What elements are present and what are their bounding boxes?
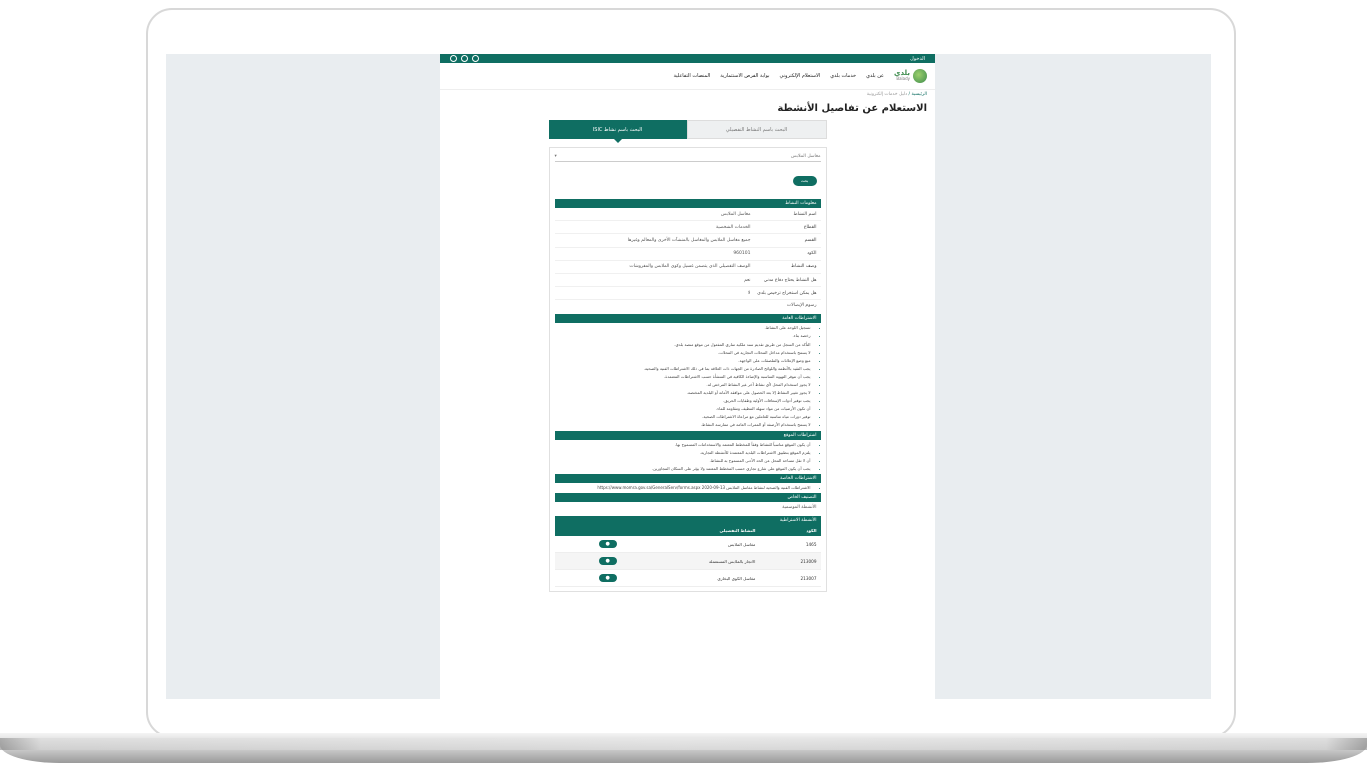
conditions-list: تسجيل اللوحة على النشاط. رخصة بناء. التأ… — [555, 325, 821, 427]
web-page: الدخول بلدي Balady عن بلدي خدمات بلدي الا… — [440, 54, 935, 699]
login-link[interactable]: الدخول — [910, 56, 925, 62]
info-row: الكود 960101 — [554, 248, 821, 261]
table-row: 213009 الاتجار بالملابس المستعملة ● — [554, 552, 821, 571]
page-title: الاستعلام عن تفاصيل الأنشطة — [777, 103, 927, 114]
cell-activity: مغاسل الكوي البخاري — [620, 569, 760, 588]
cell-activity: مغاسل الملابس — [620, 536, 760, 554]
location-list: أن يكون الموقع مناسباً للنشاط وفقاً للمخ… — [555, 442, 821, 471]
list-item: يجب توفير أدوات الإسعافات الأولية وطفايا… — [555, 398, 810, 403]
eye-icon[interactable]: ● — [598, 574, 617, 583]
list-item: أن تكون الأرضيات من مواد سهلة التنظيف وم… — [555, 406, 811, 411]
list-item: التأكد من السجل من طريق تقديم سند ملكية … — [555, 342, 810, 347]
info-row: القطاع الخدمات الشخصية — [554, 221, 821, 235]
list-item: يجب التقيد بالأنظمة واللوائح الصادرة من … — [555, 366, 811, 371]
table-row: 1465 مغاسل الملابس ● — [554, 536, 821, 554]
info-row: وصف النشاط الوصف التفصيلي الذي يتضمن غسيل… — [554, 261, 821, 274]
section-classification: التصنيف الخاص — [554, 493, 821, 503]
info-row: هل يمكن استخراج ترخيص بلدي لا — [554, 287, 821, 301]
list-item: رخصة بناء. — [555, 333, 811, 338]
list-item: لا يجوز تغيير النشاط إلا بعد الحصول على … — [555, 390, 811, 395]
breadcrumb: الرئيسية / دليل خدمات إلكترونية — [866, 92, 928, 97]
activity-select[interactable]: مغاسل الملابس ▾ — [554, 152, 821, 162]
list-item: توفير دورات مياه مناسبة للعاملين مع مراع… — [555, 414, 810, 419]
column-header-code: الكود — [759, 525, 821, 537]
nav-investment[interactable]: بوابة الفرص الاستثمارية — [720, 73, 769, 79]
list-item: يلتزم الموقع بتطبيق الاشتراطات البلدية ا… — [555, 450, 811, 455]
table-row: 213007 مغاسل الكوي البخاري ● — [554, 569, 821, 588]
nav-platforms[interactable]: المنصات التفاعلية — [673, 73, 710, 79]
top-bar: الدخول — [440, 54, 935, 63]
info-row: القسم جميع مغاسل الملابس والمغاسل بالمنشآ… — [554, 234, 821, 248]
main-nav: بلدي Balady عن بلدي خدمات بلدي الاستعلام … — [440, 63, 935, 90]
eye-icon[interactable]: ● — [598, 540, 617, 549]
bell-icon[interactable] — [461, 55, 468, 62]
special-list: الاشتراطات الفنية والصحية لنشاط مغاسل ال… — [555, 485, 821, 490]
breadcrumb-home[interactable]: الرئيسية — [912, 92, 928, 97]
section-info: معلومات النشاط — [554, 199, 821, 208]
classification-value: الأنشطة الموسمية — [782, 505, 817, 511]
search-tabs: البحث باسم النشاط التفصيلي البحث باسم نش… — [548, 120, 827, 143]
grid-icon[interactable] — [472, 55, 479, 62]
list-item: تسجيل اللوحة على النشاط. — [555, 325, 811, 330]
info-rows: اسم النشاط مغاسل الملابس القطاع الخدمات ال… — [554, 208, 821, 311]
section-conditions: الاشتراطات العامة — [554, 314, 821, 324]
cell-code: 213007 — [759, 569, 821, 588]
list-item: منع وضع الإعلانات والملصقات على الواجهة. — [555, 358, 810, 363]
breadcrumb-current[interactable]: دليل خدمات إلكترونية — [867, 92, 907, 97]
list-item: لا يسمح باستخدام الأرصفة أو الممرات العا… — [555, 422, 811, 427]
section-related: الأنشطة الاشتراطية — [554, 516, 821, 526]
cell-activity: الاتجار بالملابس المستعملة — [620, 552, 760, 571]
nav-services[interactable]: خدمات بلدي — [830, 73, 856, 79]
activity-card: مغاسل الملابس ▾ بحث معلومات النشاط اسم ا… — [548, 147, 827, 593]
balady-logo[interactable]: بلدي Balady — [894, 69, 927, 83]
chevron-down-icon: ▾ — [554, 154, 557, 159]
list-item: لا يسمح باستخدام مداخل المحلات التجارية … — [555, 350, 811, 355]
eye-icon[interactable]: ● — [598, 557, 617, 566]
cell-code: 1465 — [759, 536, 821, 554]
list-item: يجب أن تتوفر التهوية المناسبة والإضاءة ا… — [555, 374, 811, 379]
screen: الدخول بلدي Balady عن بلدي خدمات بلدي الا… — [166, 54, 1211, 699]
section-location: اشتراطات الموقع — [554, 430, 821, 440]
cell-code: 213009 — [759, 552, 821, 571]
table-header-row: الكود النشاط التفصيلي — [554, 525, 821, 537]
user-icon[interactable] — [450, 55, 457, 62]
info-row: هل النشاط يحتاج دفاع مدني نعم — [554, 274, 821, 288]
search-button[interactable]: بحث — [792, 176, 817, 186]
topbar-icons — [450, 55, 479, 62]
column-header-activity: النشاط التفصيلي — [620, 525, 760, 537]
logo-icon — [913, 69, 927, 83]
list-item: أن يكون الموقع مناسباً للنشاط وفقاً للمخ… — [555, 442, 811, 447]
nav-about[interactable]: عن بلدي — [866, 73, 884, 79]
category-note: رسوم الإيصالات — [786, 303, 817, 309]
info-row: اسم النشاط مغاسل الملابس — [554, 208, 821, 222]
list-item: لا يجوز استخدام المحل لأي نشاط آخر غير ا… — [555, 382, 810, 387]
activity-select-value: مغاسل الملابس — [791, 154, 821, 159]
nav-inquiry[interactable]: الاستعلام الإلكتروني — [779, 73, 820, 79]
list-item[interactable]: الاشتراطات الفنية والصحية لنشاط مغاسل ال… — [555, 485, 810, 490]
column-header-action — [554, 525, 621, 537]
laptop-base-edge — [0, 738, 1367, 750]
list-item: يجب أن يكون الموقع على شارع تجاري حسب ال… — [555, 466, 811, 471]
list-item: أن لا تقل مساحة المحل عن الحد الأدنى الم… — [555, 458, 810, 463]
section-special: الاشتراطات الخاصة — [554, 474, 821, 484]
related-activities-table: الكود النشاط التفصيلي 1465 مغاسل الملابس… — [554, 525, 821, 588]
tab-isic-activity[interactable]: البحث باسم نشاط ISIC — [548, 120, 687, 143]
tab-detailed-activity[interactable]: البحث باسم النشاط التفصيلي — [686, 120, 827, 139]
